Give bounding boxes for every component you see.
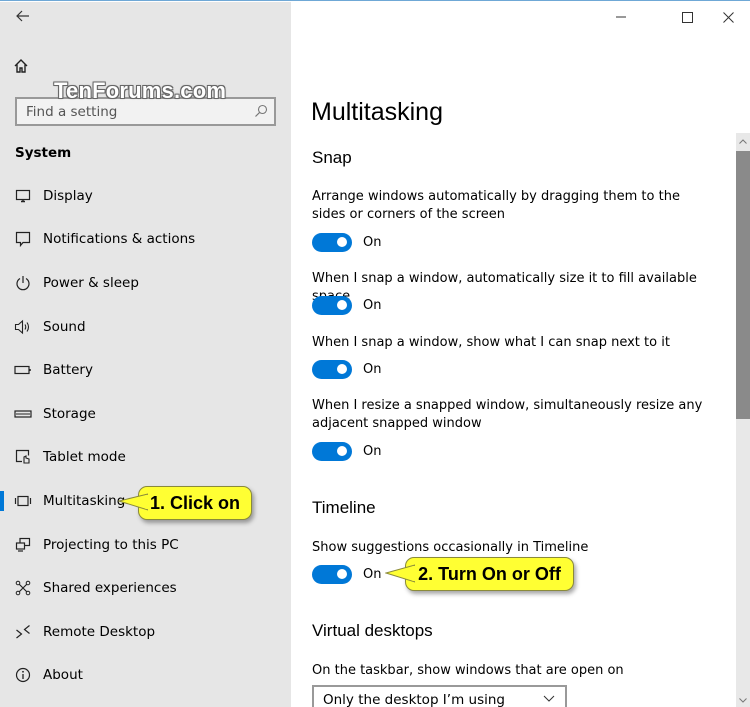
taskbar-windows-label: On the taskbar, show windows that are op… [312, 663, 624, 678]
toggle-knob [337, 237, 347, 247]
toggle-state-label: On [363, 566, 382, 582]
search-icon[interactable] [254, 104, 268, 118]
sidebar-item-projecting[interactable]: Projecting to this PC [0, 525, 291, 565]
dropdown-value: Only the desktop I’m using [323, 692, 505, 707]
toggle-state-label: On [363, 443, 382, 459]
remote-desktop-icon [14, 623, 32, 641]
sidebar-item-label: Battery [43, 362, 93, 378]
search-placeholder: Find a setting [26, 104, 118, 120]
about-icon [14, 666, 32, 684]
sidebar: TenForums.com Find a setting System Disp… [0, 2, 291, 707]
sidebar-item-label: Shared experiences [43, 580, 177, 596]
sidebar-item-label: Display [43, 188, 93, 204]
vertical-scrollbar[interactable] [736, 133, 750, 707]
snap-setting-3-toggle-row: On [312, 359, 381, 379]
taskbar-windows-dropdown[interactable]: Only the desktop I’m using [312, 685, 567, 707]
snap-arrange-toggle[interactable] [312, 232, 352, 252]
close-icon [722, 11, 734, 23]
sound-icon [14, 318, 32, 336]
scroll-down-button[interactable] [736, 692, 750, 707]
sidebar-item-sound[interactable]: Sound [0, 307, 291, 347]
virtual-desktops-heading: Virtual desktops [312, 621, 433, 640]
home-icon [14, 59, 28, 73]
sidebar-item-tablet-mode[interactable]: Tablet mode [0, 437, 291, 477]
sidebar-item-shared-experiences[interactable]: Shared experiences [0, 568, 291, 608]
toggle-state-label: On [363, 234, 382, 250]
callout-1-pointer [118, 493, 148, 511]
close-button[interactable] [706, 2, 750, 32]
battery-icon [14, 361, 32, 379]
sidebar-item-label: Sound [43, 319, 86, 335]
callout-2-pointer [385, 564, 415, 583]
snap-setting-1-toggle-row: On [312, 232, 381, 252]
scroll-up-button[interactable] [736, 133, 750, 149]
sidebar-item-label: Projecting to this PC [43, 537, 179, 553]
timeline-setting-description: Show suggestions occasionally in Timelin… [312, 540, 589, 555]
multitasking-icon [14, 492, 32, 510]
sidebar-item-about[interactable]: About [0, 655, 291, 695]
back-arrow-icon [16, 10, 29, 22]
sidebar-item-label: Multitasking [43, 493, 126, 509]
maximize-button[interactable] [665, 2, 709, 32]
home-button[interactable] [13, 58, 33, 78]
chevron-down-icon [739, 697, 747, 703]
notifications-icon [14, 230, 32, 248]
display-icon [14, 187, 32, 205]
projecting-icon [14, 536, 32, 554]
page-title: Multitasking [311, 98, 443, 126]
callout-step-1: 1. Click on [138, 486, 252, 520]
sidebar-item-storage[interactable]: Storage [0, 394, 291, 434]
main-content: Multitasking Snap Arrange windows automa… [291, 2, 750, 707]
sidebar-item-label: Notifications & actions [43, 231, 196, 247]
snap-heading: Snap [312, 148, 352, 167]
sidebar-item-display[interactable]: Display [0, 176, 291, 216]
chevron-down-icon [543, 695, 555, 702]
toggle-knob [337, 446, 347, 456]
timeline-suggestions-toggle[interactable] [312, 564, 352, 584]
selection-indicator [0, 491, 4, 511]
sidebar-item-label: Tablet mode [43, 449, 126, 465]
sidebar-item-label: About [43, 667, 83, 683]
snap-setting-3-description: When I snap a window, show what I can sn… [312, 335, 670, 350]
settings-window: TenForums.com Find a setting System Disp… [0, 0, 750, 707]
callout-step-2: 2. Turn On or Off [405, 557, 574, 591]
shared-experiences-icon [14, 579, 32, 597]
snap-setting-4-toggle-row: On [312, 441, 381, 461]
chevron-up-icon [739, 138, 747, 144]
sidebar-item-power-sleep[interactable]: Power & sleep [0, 263, 291, 303]
storage-icon [14, 405, 32, 423]
snap-setting-4-description: When I resize a snapped window, simultan… [312, 398, 703, 431]
back-button[interactable] [12, 7, 34, 27]
sidebar-item-battery[interactable]: Battery [0, 350, 291, 390]
power-icon [14, 274, 32, 292]
sidebar-item-label: Power & sleep [43, 275, 139, 291]
toggle-knob [337, 569, 347, 579]
maximize-icon [681, 11, 693, 23]
sidebar-item-remote-desktop[interactable]: Remote Desktop [0, 612, 291, 652]
toggle-state-label: On [363, 297, 382, 313]
snap-resize-adjacent-toggle[interactable] [312, 441, 352, 461]
snap-autosize-toggle[interactable] [312, 295, 352, 315]
sidebar-item-notifications[interactable]: Notifications & actions [0, 219, 291, 259]
minimize-icon [616, 16, 626, 18]
snap-setting-2-toggle-row: On [312, 295, 381, 315]
toggle-knob [337, 364, 347, 374]
sidebar-item-label: Remote Desktop [43, 624, 156, 640]
toggle-knob [337, 300, 347, 310]
snap-setting-1-description: Arrange windows automatically by draggin… [312, 189, 680, 222]
timeline-heading: Timeline [312, 498, 376, 517]
toggle-state-label: On [363, 361, 382, 377]
section-title: System [15, 145, 72, 161]
timeline-toggle-row: On [312, 564, 381, 584]
tablet-mode-icon [14, 448, 32, 466]
search-input[interactable]: Find a setting [15, 97, 276, 126]
minimize-button[interactable] [599, 2, 643, 32]
scroll-thumb[interactable] [736, 151, 750, 419]
sidebar-item-label: Storage [43, 406, 96, 422]
snap-assist-toggle[interactable] [312, 359, 352, 379]
